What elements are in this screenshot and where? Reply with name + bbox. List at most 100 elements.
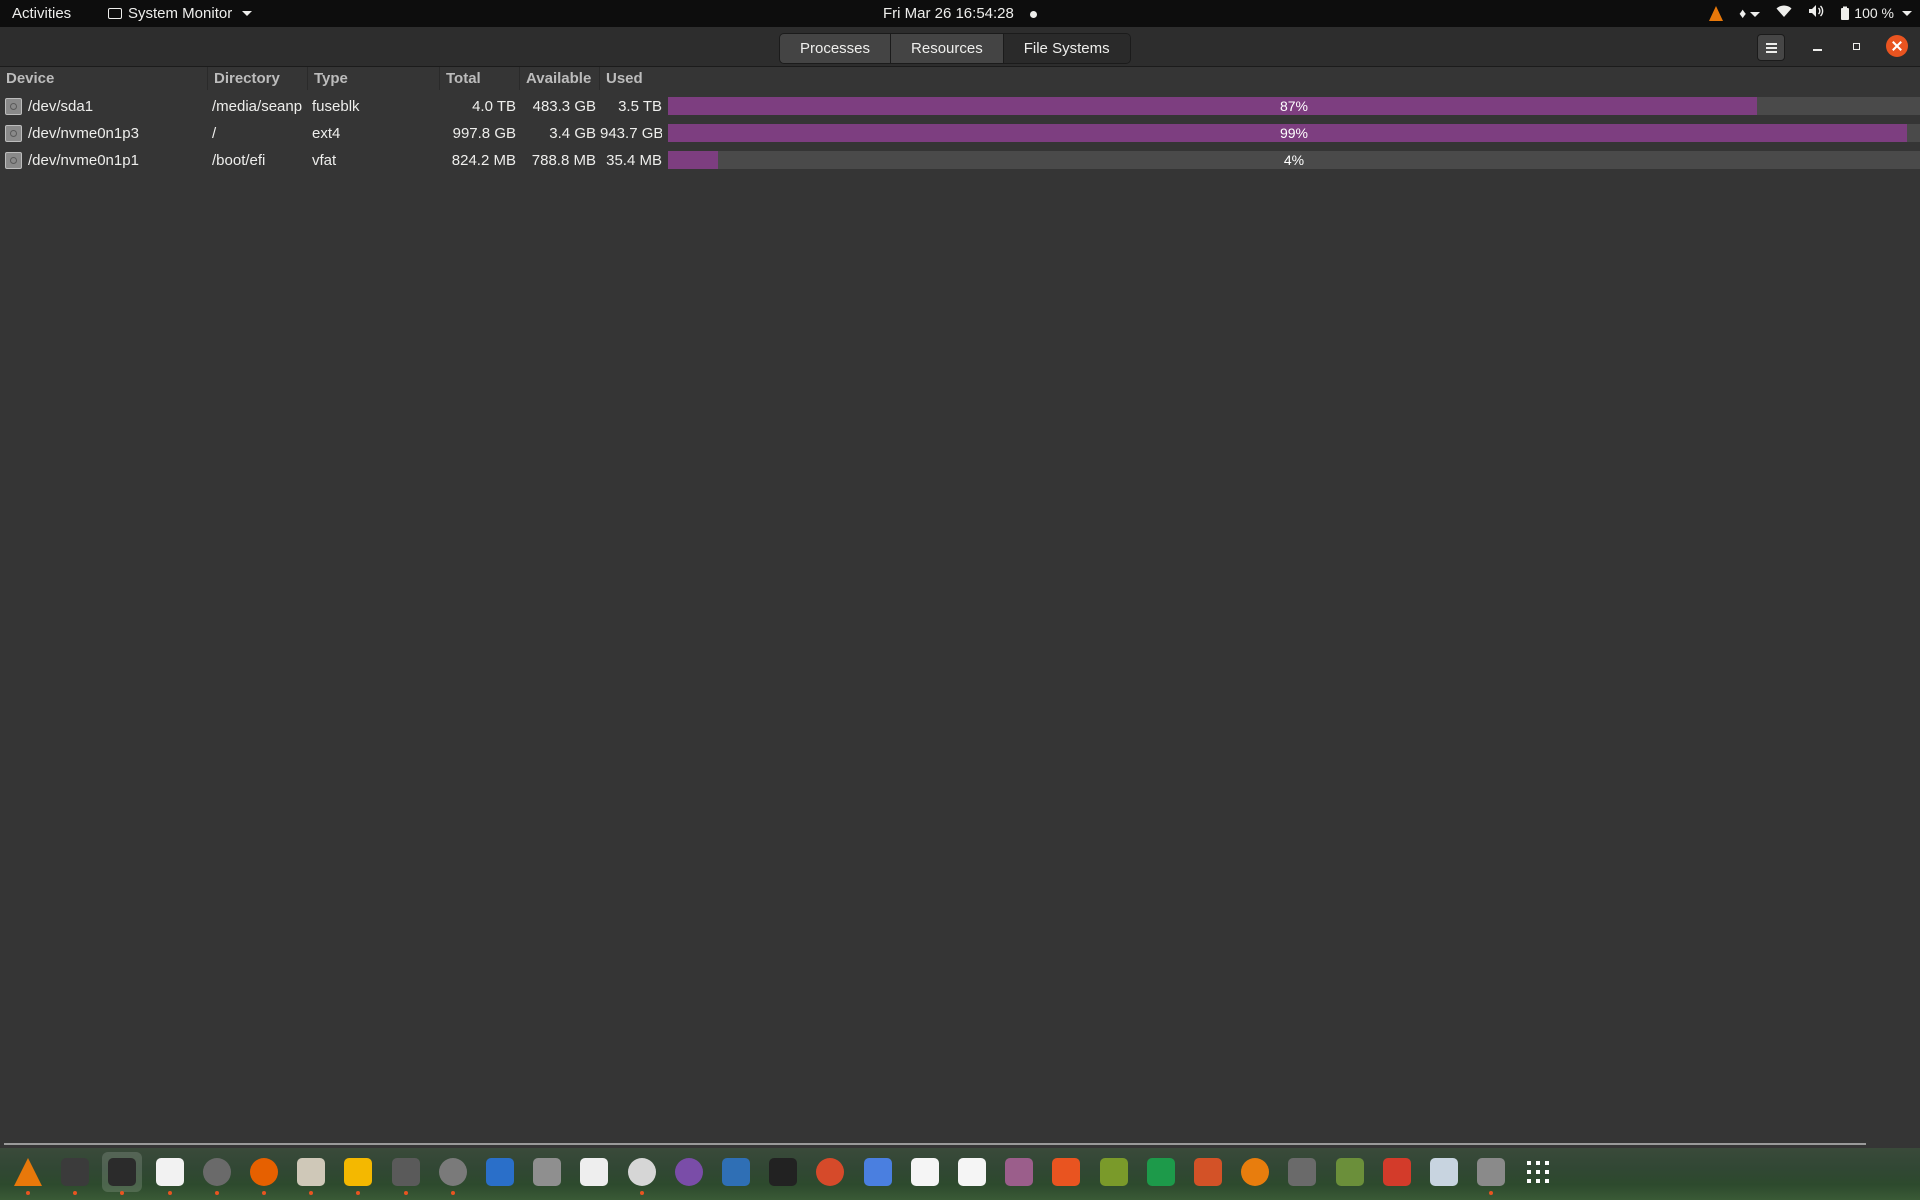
accessibility-icon[interactable]: ♦	[1739, 0, 1761, 27]
screenshot-icon[interactable]	[858, 1152, 898, 1192]
table-row[interactable]: /dev/nvme0n1p3 / ext4 997.8 GB 3.4 GB 94…	[0, 120, 1920, 147]
gimp-wilber-icon[interactable]	[1282, 1152, 1322, 1192]
usb-drive-icon[interactable]	[1471, 1152, 1511, 1195]
system-monitor-glyph	[108, 1158, 137, 1186]
running-indicator	[1489, 1191, 1494, 1195]
clock-glyph	[202, 1158, 231, 1186]
running-indicator	[214, 1191, 219, 1195]
chevron-down-icon	[1750, 11, 1761, 17]
software-updater-glyph	[627, 1158, 656, 1186]
clock[interactable]: Fri Mar 26 16:54:28	[883, 5, 1014, 22]
software-updater-icon[interactable]	[622, 1152, 662, 1195]
calculator-icon[interactable]	[338, 1152, 378, 1195]
scanner-icon[interactable]	[1424, 1152, 1464, 1192]
running-indicator	[73, 1191, 78, 1195]
table-row[interactable]: /dev/nvme0n1p1 /boot/efi vfat 824.2 MB 7…	[0, 147, 1920, 174]
chevron-down-icon	[1902, 11, 1912, 16]
view-switcher: Processes Resources File Systems	[779, 33, 1131, 64]
horizontal-scrollbar[interactable]	[4, 1143, 1866, 1145]
scanner-glyph	[1430, 1158, 1458, 1186]
impress-glyph	[1194, 1158, 1222, 1186]
header-available[interactable]: Available	[520, 67, 600, 90]
impress-icon[interactable]	[1188, 1152, 1228, 1192]
minecraft-icon[interactable]	[1330, 1152, 1370, 1192]
settings-icon[interactable]	[433, 1152, 473, 1195]
files-glyph	[297, 1158, 326, 1186]
terminal-icon[interactable]	[55, 1152, 95, 1195]
tab-resources[interactable]: Resources	[891, 34, 1004, 63]
power-statistics-glyph	[580, 1158, 609, 1186]
directory-cell: /media/seanp	[212, 98, 303, 115]
files-icon[interactable]	[291, 1152, 331, 1195]
firefox-icon[interactable]	[244, 1152, 284, 1195]
table-row[interactable]: /dev/sda1 /media/seanp fuseblk 4.0 TB 48…	[0, 93, 1920, 120]
running-indicator	[167, 1191, 172, 1195]
tab-processes[interactable]: Processes	[780, 34, 892, 63]
typora-icon[interactable]	[952, 1152, 992, 1192]
tweaks-glyph	[1005, 1158, 1034, 1186]
headphones-glyph	[816, 1158, 845, 1186]
directory-cell: /	[212, 125, 217, 142]
writer-icon[interactable]	[480, 1152, 520, 1192]
usage-percent: 87%	[1279, 98, 1309, 114]
mario-icon[interactable]	[1377, 1152, 1417, 1192]
puzzle-icon[interactable]	[386, 1152, 426, 1195]
header-used[interactable]: Used	[600, 67, 1920, 90]
vlc-icon[interactable]	[8, 1152, 48, 1195]
running-indicator	[26, 1191, 30, 1195]
header-total[interactable]: Total	[440, 67, 520, 90]
vlc-tray-icon[interactable]	[1709, 6, 1724, 21]
gimp-icon[interactable]	[1094, 1152, 1134, 1192]
settings-glyph	[438, 1158, 467, 1186]
calculator-glyph	[344, 1158, 373, 1186]
battery-indicator[interactable]: 100 %	[1840, 0, 1912, 27]
clock-icon[interactable]	[197, 1152, 237, 1195]
battery-icon	[1841, 6, 1850, 20]
maximize-button[interactable]	[1846, 34, 1868, 60]
character-map-icon[interactable]	[905, 1152, 945, 1192]
running-indicator	[356, 1191, 361, 1195]
show-apps-icon[interactable]	[1518, 1152, 1558, 1192]
blender-icon[interactable]	[1235, 1152, 1275, 1192]
header-type[interactable]: Type	[308, 67, 440, 90]
show-apps-glyph	[1524, 1158, 1552, 1186]
calc-glyph	[1146, 1158, 1175, 1186]
text-editor-icon[interactable]	[150, 1152, 190, 1195]
app-store-icon[interactable]	[1046, 1152, 1086, 1192]
running-indicator	[639, 1191, 644, 1195]
cheese-icon[interactable]	[669, 1152, 709, 1192]
character-map-glyph	[910, 1158, 939, 1186]
hamburger-menu-button[interactable]	[1757, 34, 1785, 61]
header-directory[interactable]: Directory	[208, 67, 308, 90]
usage-bar: 4%	[668, 151, 1920, 169]
system-monitor-icon[interactable]	[102, 1152, 143, 1195]
inkscape-icon[interactable]	[763, 1152, 803, 1192]
used-cell: 943.7 GB	[600, 125, 662, 142]
power-statistics-icon[interactable]	[574, 1152, 614, 1192]
device-cell: /dev/sda1	[28, 98, 94, 115]
app-menu[interactable]: System Monitor	[108, 0, 253, 27]
system-tray[interactable]: ♦ 100 %	[1709, 0, 1912, 27]
headphones-icon[interactable]	[810, 1152, 850, 1192]
writer-glyph	[486, 1158, 514, 1186]
close-button[interactable]	[1886, 35, 1908, 57]
minimize-button[interactable]	[1807, 34, 1829, 60]
tab-file-systems[interactable]: File Systems	[1003, 34, 1130, 63]
volume-icon[interactable]	[1808, 0, 1824, 27]
gimp-wilber-glyph	[1288, 1158, 1317, 1186]
image-viewer-icon[interactable]	[527, 1152, 567, 1192]
virtualbox-icon[interactable]	[716, 1152, 756, 1192]
device-cell: /dev/nvme0n1p1	[28, 152, 139, 169]
available-cell: 3.4 GB	[549, 125, 596, 142]
usb-drive-glyph	[1477, 1158, 1506, 1186]
type-cell: vfat	[312, 152, 337, 169]
header-device[interactable]: Device	[0, 67, 208, 90]
header-bar: Processes Resources File Systems	[0, 27, 1920, 67]
screenshot-glyph	[863, 1158, 892, 1186]
wifi-icon[interactable]	[1776, 0, 1792, 27]
app-store-glyph	[1052, 1158, 1081, 1186]
calc-icon[interactable]	[1141, 1152, 1181, 1192]
image-viewer-glyph	[533, 1158, 562, 1186]
tweaks-icon[interactable]	[999, 1152, 1039, 1192]
activities-button[interactable]: Activities	[12, 0, 71, 27]
